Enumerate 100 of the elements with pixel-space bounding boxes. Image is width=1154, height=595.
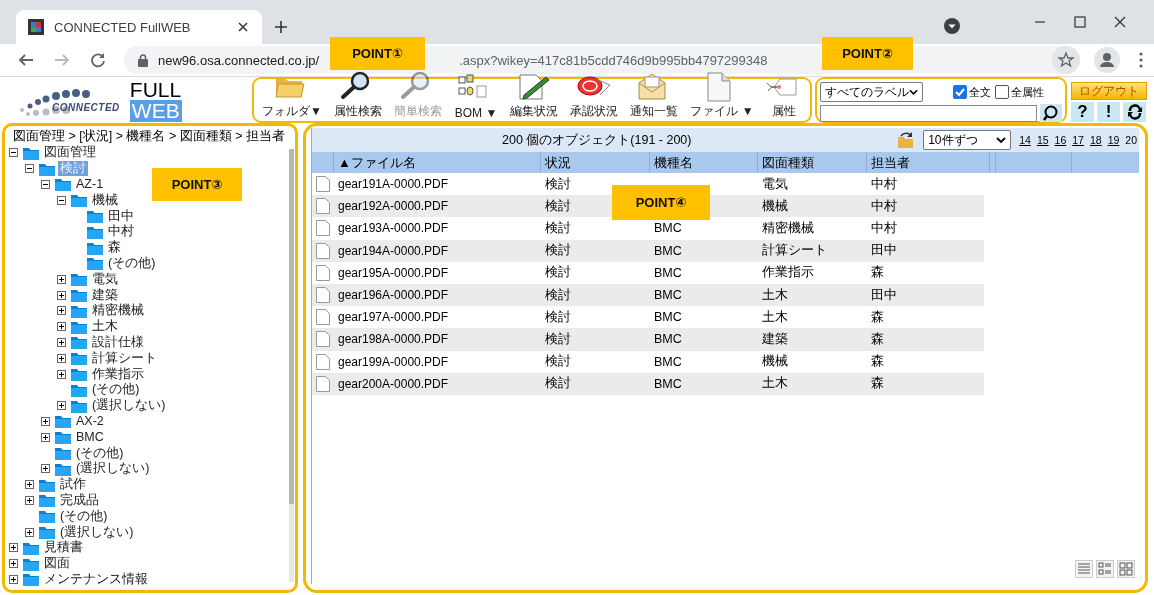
checkbox[interactable] (995, 85, 1009, 99)
logout-button[interactable]: ログアウト (1071, 82, 1147, 100)
tree-item[interactable]: 作業指示 (90, 366, 146, 382)
tree-item[interactable]: 電気 (90, 271, 120, 287)
expand-icon[interactable] (25, 495, 34, 505)
dropdown-icon[interactable] (944, 18, 960, 34)
collapse-icon[interactable] (57, 195, 66, 205)
toolbar-button[interactable]: BOM ▼ (452, 74, 500, 120)
checkbox[interactable] (953, 85, 967, 99)
toolbar-button[interactable]: 承認状況 (567, 71, 620, 120)
reload-icon[interactable] (90, 52, 106, 68)
tree-item[interactable]: (その他) (74, 445, 126, 461)
file-name[interactable]: gear192A-0000.PDF (334, 195, 541, 218)
tree-item[interactable]: (その他) (106, 255, 158, 271)
expand-icon[interactable] (57, 401, 66, 411)
label-dropdown[interactable]: すべてのラベル (820, 82, 923, 102)
tree-item[interactable]: 見積書 (42, 540, 85, 556)
back-icon[interactable] (18, 52, 34, 68)
folder-refresh-icon[interactable] (897, 131, 916, 149)
tree-item[interactable]: 試作 (58, 477, 88, 493)
notice-button[interactable]: ! (1097, 102, 1120, 122)
tree-item[interactable]: (選択しない) (74, 461, 152, 477)
file-icon (316, 331, 330, 348)
expand-icon[interactable] (9, 543, 18, 553)
browser-tab[interactable]: CONNECTED FullWEB (16, 10, 262, 44)
toolbar-button[interactable]: 属性検索 (332, 71, 385, 120)
file-name[interactable]: gear193A-0000.PDF (334, 217, 541, 240)
expand-icon[interactable] (41, 432, 50, 442)
tree-item[interactable]: (その他) (58, 508, 110, 524)
page-link[interactable]: 14 (1019, 134, 1031, 146)
list-view-icon[interactable] (1096, 560, 1114, 578)
toolbar-button[interactable]: 編集状況 (507, 71, 560, 120)
tree-item[interactable]: 中村 (106, 224, 136, 240)
tree-item[interactable]: 設計仕様 (90, 334, 146, 350)
close-icon[interactable] (1114, 16, 1126, 28)
tree-item[interactable]: (その他) (90, 382, 142, 398)
tree-item[interactable]: 機械 (90, 192, 120, 208)
expand-icon[interactable] (57, 353, 66, 363)
toolbar-button[interactable]: ファイル ▼ (688, 71, 756, 120)
tree-item[interactable]: 完成品 (58, 492, 101, 508)
toolbar-button[interactable]: フォルダ▼ (260, 71, 324, 120)
expand-icon[interactable] (57, 369, 66, 379)
toolbar-button[interactable]: 属性 (763, 71, 804, 120)
refresh-button[interactable] (1123, 102, 1146, 122)
tree-item[interactable]: 精密機械 (90, 303, 146, 319)
expand-icon[interactable] (41, 464, 50, 474)
tree-item[interactable]: 図面管理 (42, 145, 98, 161)
menu-icon[interactable] (1139, 52, 1143, 68)
search-field[interactable] (820, 104, 1038, 122)
page-link[interactable]: 15 (1036, 134, 1049, 146)
collapse-icon[interactable] (25, 164, 34, 174)
expand-icon[interactable] (25, 480, 34, 490)
page-link[interactable]: 20 (1125, 134, 1137, 146)
file-name[interactable]: gear199A-0000.PDF (334, 350, 541, 373)
scrollbar[interactable] (289, 149, 294, 582)
expand-icon[interactable] (9, 574, 18, 584)
tree-item[interactable]: (選択しない) (58, 524, 136, 540)
file-name[interactable]: gear200A-0000.PDF (334, 372, 541, 395)
account-icon[interactable] (1094, 47, 1120, 73)
page-link[interactable]: 19 (1107, 134, 1120, 146)
collapse-icon[interactable] (9, 148, 18, 158)
expand-icon[interactable] (57, 290, 66, 300)
tree-item[interactable]: (選択しない) (90, 398, 168, 414)
tree-item[interactable]: 建築 (90, 287, 120, 303)
scroll-thumb[interactable] (289, 149, 294, 505)
tree-item[interactable]: AX-2 (74, 413, 106, 429)
close-icon[interactable] (238, 22, 248, 32)
page-link[interactable]: 16 (1054, 134, 1067, 146)
expand-icon[interactable] (25, 527, 34, 537)
tree-item[interactable]: AZ-1 (74, 177, 106, 192)
page-link[interactable]: 18 (1089, 134, 1102, 146)
page-size-dropdown[interactable]: 10件ずつ (923, 130, 1012, 150)
tree-item[interactable]: 計算シート (90, 350, 159, 366)
tree-item[interactable]: 図面 (42, 556, 72, 572)
toolbar-button[interactable]: 通知一覧 (628, 71, 681, 120)
collapse-icon[interactable] (41, 180, 50, 189)
file-name[interactable]: gear195A-0000.PDF (334, 261, 541, 284)
tree-item[interactable]: BMC (74, 429, 106, 445)
maximize-icon[interactable] (1074, 16, 1086, 28)
tree-item[interactable]: 田中 (106, 208, 136, 224)
table-cell-text: 検討 (544, 219, 572, 237)
tiles-view-icon[interactable] (1117, 560, 1135, 578)
expand-icon[interactable] (57, 306, 66, 316)
expand-icon[interactable] (57, 274, 66, 284)
expand-icon[interactable] (57, 337, 66, 347)
tree-item[interactable]: 土木 (90, 319, 120, 335)
expand-icon[interactable] (41, 416, 50, 426)
file-name[interactable]: gear198A-0000.PDF (334, 328, 541, 351)
expand-icon[interactable] (9, 559, 18, 569)
tree-item[interactable]: 森 (106, 240, 123, 256)
new-tab-icon[interactable] (274, 20, 288, 34)
search-button[interactable] (1040, 104, 1062, 122)
expand-icon[interactable] (57, 322, 66, 332)
file-name[interactable]: gear196A-0000.PDF (334, 283, 541, 307)
tree-item[interactable]: メンテナンス情報 (42, 571, 150, 587)
file-name[interactable]: gear197A-0000.PDF (334, 306, 541, 329)
page-link[interactable]: 17 (1072, 134, 1084, 146)
file-name[interactable]: gear194A-0000.PDF (334, 239, 541, 262)
file-name[interactable]: gear191A-0000.PDF (334, 173, 541, 196)
help-button[interactable]: ? (1071, 102, 1094, 122)
